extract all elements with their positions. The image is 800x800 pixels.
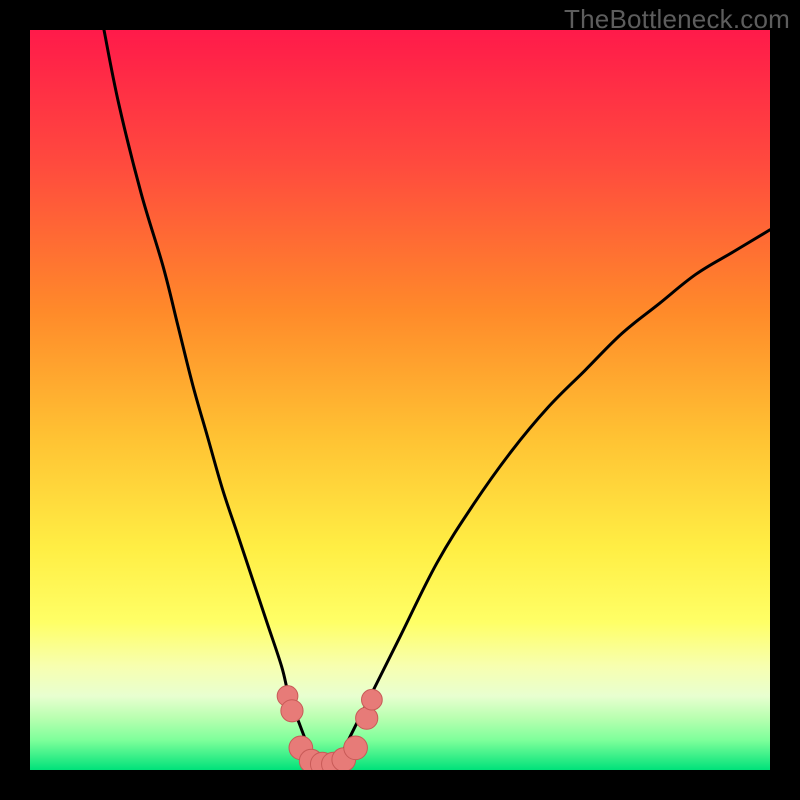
- data-marker: [356, 707, 378, 729]
- data-marker: [362, 689, 383, 710]
- chart-frame: TheBottleneck.com: [0, 0, 800, 800]
- chart-background-gradient: [30, 30, 770, 770]
- chart-plot-area: [30, 30, 770, 770]
- chart-svg: [30, 30, 770, 770]
- watermark-text: TheBottleneck.com: [564, 4, 790, 35]
- data-marker: [281, 700, 303, 722]
- data-marker: [344, 736, 368, 760]
